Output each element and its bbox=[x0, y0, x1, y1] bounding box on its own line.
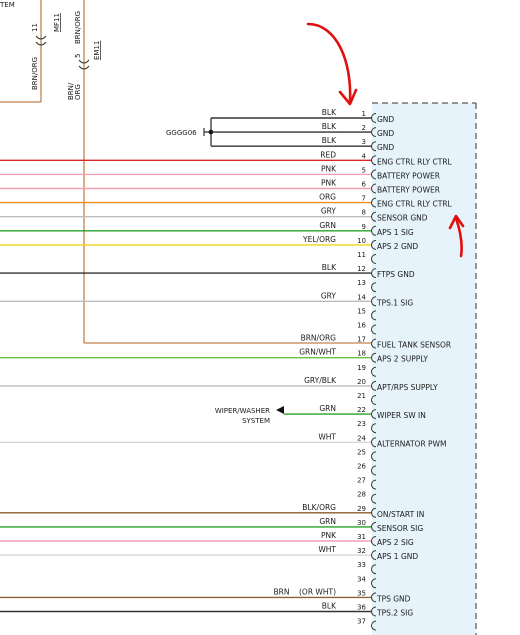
wire-color-code: YEL/ORG bbox=[302, 235, 336, 244]
pin-number: 9 bbox=[362, 223, 366, 231]
pin-number: 5 bbox=[362, 166, 366, 174]
pin-number: 35 bbox=[357, 589, 366, 597]
pin-number: 37 bbox=[357, 618, 366, 626]
wire-color-code: GRY bbox=[321, 291, 337, 300]
pin-number: 34 bbox=[357, 575, 366, 583]
pin-function: TPS.2 SIG bbox=[376, 609, 413, 618]
wire-color-code: RED bbox=[320, 150, 336, 159]
pin-number: 8 bbox=[362, 209, 366, 217]
wire-color-code: GRY/BLK bbox=[304, 376, 337, 385]
pin-number: 30 bbox=[357, 519, 366, 527]
wire-color-code: GRN bbox=[319, 517, 336, 526]
wire-color-code: GRN bbox=[319, 221, 336, 230]
wiring-diagram: TEM 11 MF11 BRN/ORG 5 EM11 BRN/ ORG BRN/… bbox=[0, 0, 477, 635]
wire-color-code: BLK bbox=[322, 263, 337, 272]
pin-number: 11 bbox=[357, 251, 366, 259]
pin-number: 14 bbox=[357, 293, 366, 301]
wire-color-code: BRN (OR WHT) bbox=[274, 587, 337, 596]
pin-function: ENG CTRL RLY CTRL bbox=[377, 157, 453, 166]
wire-color-code: PNK bbox=[321, 164, 337, 173]
pin-number: 1 bbox=[362, 110, 366, 118]
pin-number: 29 bbox=[357, 505, 366, 513]
pin-number: 28 bbox=[357, 491, 366, 499]
wire-color-code: GRY bbox=[321, 207, 337, 216]
wiper-line2: SYSTEM bbox=[242, 417, 270, 425]
pin-number: 33 bbox=[357, 561, 366, 569]
pin-function: TPS.1 SIG bbox=[376, 298, 413, 307]
wire-color-code: BLK bbox=[322, 602, 337, 611]
pin-number: 4 bbox=[362, 152, 367, 160]
pin-number: 25 bbox=[357, 448, 366, 456]
splice-label: GGGG06 bbox=[166, 129, 197, 137]
em11-label: EM11 bbox=[93, 41, 101, 60]
pin-function: APS 2 SIG bbox=[377, 538, 414, 547]
pin-number: 26 bbox=[357, 463, 366, 471]
wire-color-code: BLK/ORG bbox=[302, 503, 336, 512]
pin-number: 2 bbox=[362, 124, 366, 132]
pin-number: 22 bbox=[357, 406, 366, 414]
mf11-label: MF11 bbox=[53, 13, 61, 32]
wire-color-code: WHT bbox=[318, 545, 336, 554]
pin-function: APS 2 SUPPLY bbox=[377, 355, 428, 364]
pin-number: 23 bbox=[357, 420, 366, 428]
wire-color-code: GRN bbox=[319, 404, 336, 413]
wire-color-code: BRN/ORG bbox=[301, 334, 337, 343]
pin-number: 21 bbox=[357, 392, 366, 400]
pin-function: ENG CTRL RLY CTRL bbox=[377, 200, 453, 209]
wire-color-code: ORG bbox=[319, 193, 336, 202]
pin-number: 31 bbox=[357, 533, 366, 541]
pin-function: APS 2 GND bbox=[377, 242, 418, 251]
pin-number: 10 bbox=[357, 237, 366, 245]
pin-function: WIPER SW IN bbox=[377, 411, 426, 420]
wire-color-code: BLK bbox=[322, 108, 337, 117]
pin-number: 15 bbox=[357, 307, 366, 315]
pin-number: 32 bbox=[357, 547, 366, 555]
pin-number: 27 bbox=[357, 477, 366, 485]
pin-number: 16 bbox=[357, 322, 366, 330]
annotation-arrow-top bbox=[306, 22, 352, 104]
pin-number: 3 bbox=[362, 138, 366, 146]
pin-number: 12 bbox=[357, 265, 366, 273]
pin-function: ALTERNATOR PWM bbox=[377, 439, 446, 448]
wire-color-code: WHT bbox=[318, 432, 336, 441]
pin-number: 6 bbox=[362, 181, 367, 189]
pin-function: GND bbox=[377, 129, 394, 138]
pin-number: 7 bbox=[362, 195, 366, 203]
pin-function: FTPS GND bbox=[377, 270, 415, 279]
brn-org-right-code-b: ORG bbox=[74, 84, 82, 100]
wire-color-code: GRN/WHT bbox=[299, 348, 336, 357]
pin-function: BATTERY POWER bbox=[377, 171, 440, 180]
pin-number: 19 bbox=[357, 364, 366, 372]
partial-top-label: TEM bbox=[0, 1, 15, 9]
pin-number: 24 bbox=[357, 434, 366, 442]
pin-function: GND bbox=[377, 143, 394, 152]
em11-pin: 5 bbox=[74, 54, 82, 58]
wire-color-code: BLK bbox=[322, 122, 337, 131]
wire-color-code: PNK bbox=[321, 179, 337, 188]
pin-number: 36 bbox=[357, 604, 366, 612]
pin-number: 17 bbox=[357, 336, 366, 344]
brn-org-left-code: BRN/ORG bbox=[31, 57, 39, 90]
pin-number: 18 bbox=[357, 350, 366, 358]
pin-number: 13 bbox=[357, 279, 366, 287]
pin-function: GND bbox=[377, 115, 394, 124]
brn-org-vertical-code: BRN/ORG bbox=[74, 11, 82, 44]
pin-function: FUEL TANK SENSOR bbox=[377, 341, 451, 350]
pin-function: APS 1 SIG bbox=[377, 228, 414, 237]
wiper-line1: WIPER/WASHER bbox=[215, 407, 270, 415]
pin-function: BATTERY POWER bbox=[377, 186, 440, 195]
wire-color-code: PNK bbox=[321, 531, 337, 540]
wire-color-code: BLK bbox=[322, 136, 337, 145]
arrow-left-icon bbox=[276, 406, 284, 414]
annotation-arrowhead-top bbox=[338, 88, 358, 106]
pin-function: SENSOR GND bbox=[377, 214, 428, 223]
pin-function: TPS GND bbox=[376, 594, 411, 603]
pin-function: SENSOR SIG bbox=[377, 524, 423, 533]
pin-number: 20 bbox=[357, 378, 366, 386]
pin-function: ON/START IN bbox=[377, 510, 424, 519]
pin-function: APT/RPS SUPPLY bbox=[377, 383, 438, 392]
mf11-pin: 11 bbox=[31, 23, 39, 32]
pin-function: APS 1 GND bbox=[377, 552, 418, 561]
